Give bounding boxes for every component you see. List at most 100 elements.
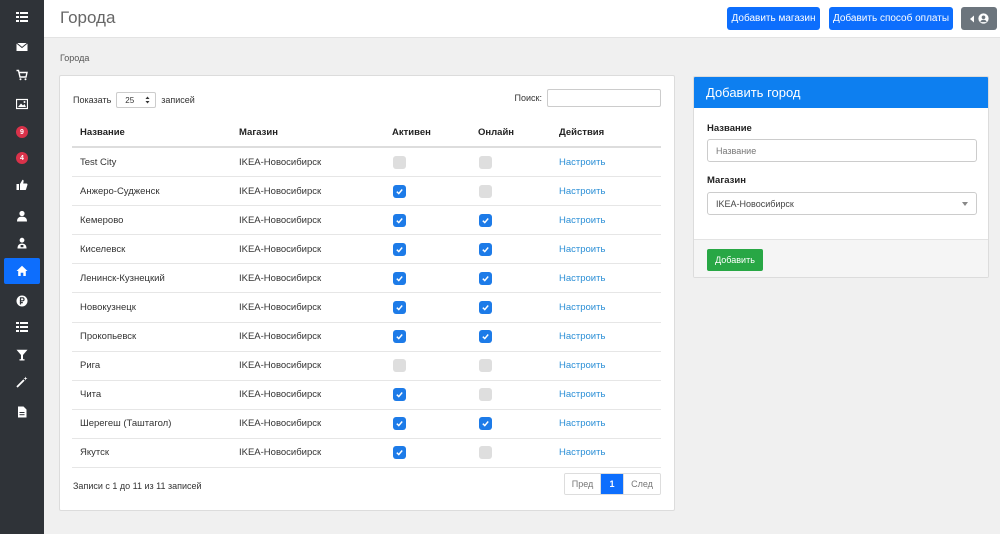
search-input[interactable] <box>547 89 661 107</box>
sidebar-item-filters[interactable] <box>0 342 44 368</box>
chevron-down-icon <box>962 201 968 206</box>
magic-wand-icon <box>16 376 28 388</box>
configure-link[interactable]: Настроить <box>559 273 605 284</box>
active-checkbox[interactable] <box>393 242 406 256</box>
online-checkbox[interactable] <box>479 446 492 460</box>
sidebar-item-payments[interactable] <box>0 288 44 314</box>
column-header-online[interactable]: Онлайн <box>478 118 559 146</box>
active-checkbox[interactable] <box>393 446 406 460</box>
current-page-button[interactable]: 1 <box>601 474 623 494</box>
online-checkbox[interactable] <box>479 301 492 315</box>
top-header: Города Добавить магазин Добавить способ … <box>44 0 1000 38</box>
online-checkbox[interactable] <box>479 388 492 402</box>
table-row: Новокузнецк IKEA-Новосибирск Настроить <box>72 293 661 323</box>
configure-link[interactable]: Настроить <box>559 331 605 342</box>
check-icon <box>396 246 403 253</box>
online-checkbox[interactable] <box>479 330 492 344</box>
user-icon <box>17 210 27 222</box>
store-cell: IKEA-Новосибирск <box>239 447 322 459</box>
table-row: Ленинск-Кузнецкий IKEA-Новосибирск Настрои… <box>72 264 661 294</box>
sidebar-item-cities[interactable] <box>4 258 40 284</box>
online-checkbox[interactable] <box>479 271 492 285</box>
column-header-store[interactable]: Магазин <box>239 118 392 146</box>
sidebar-item-admins[interactable] <box>0 230 44 256</box>
name-input[interactable]: Название <box>707 139 977 162</box>
table-row: Чита IKEA-Новосибирск Настроить <box>72 381 661 410</box>
sidebar-item-images[interactable] <box>0 91 44 117</box>
sidebar-item-cart[interactable] <box>0 62 44 88</box>
active-checkbox[interactable] <box>393 301 406 315</box>
sidebar-item-lists[interactable] <box>0 314 44 340</box>
filter-icon <box>16 349 28 361</box>
add-store-button[interactable]: Добавить магазин <box>727 7 820 30</box>
cities-table-panel: Показать 25 записей Поиск: Название Мага… <box>59 75 675 511</box>
online-checkbox[interactable] <box>479 213 492 227</box>
active-checkbox[interactable] <box>393 417 406 431</box>
add-payment-method-button[interactable]: Добавить способ оплаты <box>829 7 953 30</box>
configure-link[interactable]: Настроить <box>559 186 605 197</box>
check-icon <box>396 217 403 224</box>
form-footer: Добавить <box>694 239 988 277</box>
active-checkbox[interactable] <box>393 330 406 344</box>
page-length-control: Показать 25 записей <box>73 92 195 108</box>
account-menu-button[interactable] <box>961 7 997 30</box>
active-checkbox[interactable] <box>393 184 406 198</box>
active-checkbox[interactable] <box>393 388 406 402</box>
check-icon <box>482 421 489 428</box>
online-checkbox[interactable] <box>479 417 492 431</box>
city-name-cell: Чита <box>80 389 102 401</box>
sidebar-item-documents[interactable] <box>0 399 44 425</box>
table-body: Test City IKEA-Новосибирск Настроить Анжеро… <box>72 148 661 469</box>
configure-link[interactable]: Настроить <box>559 447 605 458</box>
configure-link[interactable]: Настроить <box>559 389 605 400</box>
column-header-active[interactable]: Активен <box>392 118 478 146</box>
caret-left-icon <box>970 15 974 22</box>
active-cell <box>392 148 478 176</box>
active-cell <box>392 439 478 467</box>
document-icon <box>18 406 27 418</box>
online-checkbox[interactable] <box>479 184 492 198</box>
home-icon <box>16 265 28 276</box>
check-icon <box>396 305 403 311</box>
sidebar-item-messages[interactable] <box>0 34 44 60</box>
sidebar-item-notifications[interactable]: 9 <box>0 119 44 145</box>
active-checkbox[interactable] <box>393 271 406 285</box>
column-header-actions: Действия <box>559 126 605 138</box>
add-city-button[interactable]: Добавить <box>707 249 763 271</box>
next-page-button[interactable]: След <box>623 474 660 494</box>
column-header-name[interactable]: Название <box>72 118 239 146</box>
online-checkbox[interactable] <box>479 155 492 169</box>
configure-link[interactable]: Настроить <box>559 157 605 168</box>
list-icon <box>16 12 28 22</box>
menu-toggle[interactable] <box>0 4 44 30</box>
configure-link[interactable]: Настроить <box>559 215 605 226</box>
active-checkbox[interactable] <box>393 359 406 373</box>
active-cell <box>392 293 478 321</box>
prev-page-button[interactable]: Пред <box>565 474 601 494</box>
configure-link[interactable]: Настроить <box>559 302 605 313</box>
check-icon <box>482 217 489 224</box>
page-length-select[interactable]: 25 <box>116 92 157 108</box>
online-checkbox[interactable] <box>479 359 492 373</box>
sidebar-item-tools[interactable] <box>0 369 44 395</box>
configure-link[interactable]: Настроить <box>559 244 605 255</box>
check-icon <box>482 334 489 340</box>
active-checkbox[interactable] <box>393 155 406 169</box>
sidebar-item-likes[interactable] <box>0 172 44 198</box>
store-select[interactable]: IKEA-Новосибирск <box>707 192 977 215</box>
configure-link[interactable]: Настроить <box>559 360 605 371</box>
online-cell <box>478 293 559 321</box>
active-checkbox[interactable] <box>393 213 406 227</box>
page-length-value: 25 <box>125 95 135 105</box>
online-checkbox[interactable] <box>479 242 492 256</box>
actions-cell: Настроить <box>559 235 659 263</box>
active-cell <box>392 352 478 380</box>
sidebar-item-users[interactable] <box>0 203 44 229</box>
ruble-icon <box>16 295 28 307</box>
store-cell: IKEA-Новосибирск <box>239 360 322 372</box>
active-cell <box>392 410 478 438</box>
store-cell: IKEA-Новосибирск <box>239 243 322 255</box>
configure-link[interactable]: Настроить <box>559 418 605 429</box>
sidebar-item-alerts[interactable]: 4 <box>0 145 44 171</box>
breadcrumb[interactable]: Города <box>60 53 89 63</box>
